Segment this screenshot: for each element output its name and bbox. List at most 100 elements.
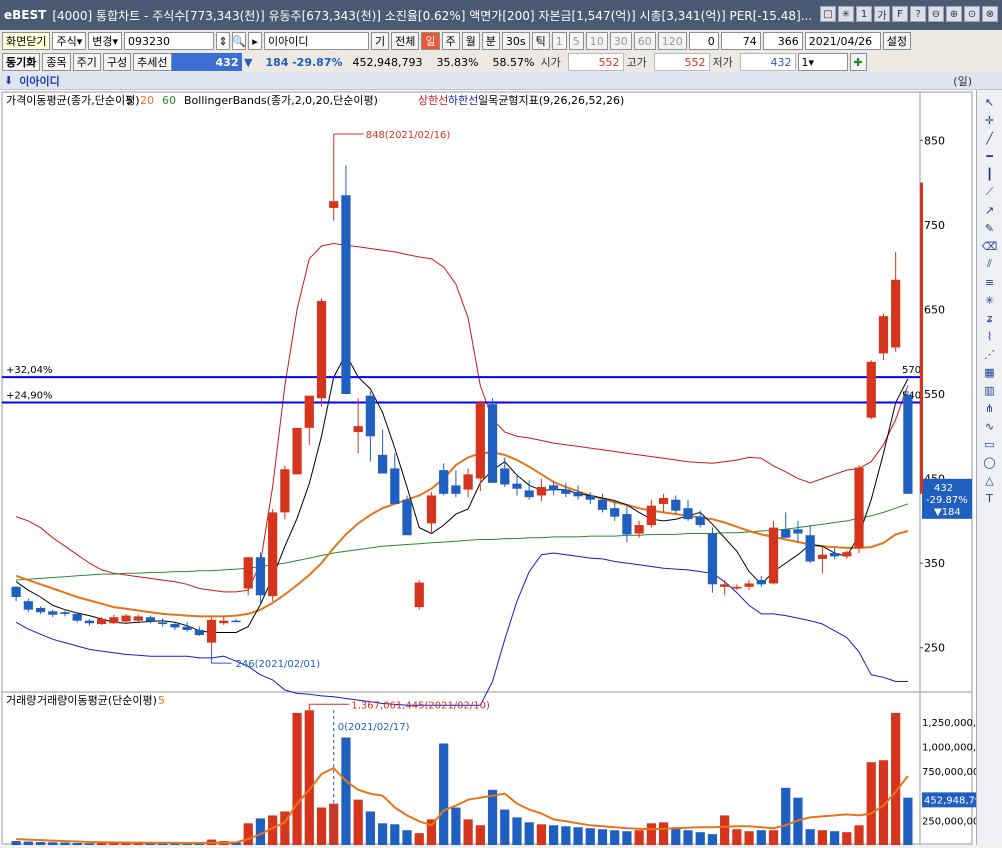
arrow-tool-icon[interactable]: ↗ <box>981 202 999 218</box>
window-button[interactable]: 1 <box>856 6 872 22</box>
config-button[interactable]: 구성 <box>102 53 132 71</box>
period-30s-button[interactable]: 30s <box>501 32 530 50</box>
hline-tool-icon[interactable]: ━ <box>981 148 999 164</box>
period-week-button[interactable]: 주 <box>441 32 460 50</box>
date-input[interactable]: 2021/04/26 <box>804 32 881 50</box>
play-icon[interactable]: ▸ <box>248 32 263 50</box>
window-button[interactable]: ✳ <box>838 6 854 22</box>
candle-body <box>610 508 620 517</box>
price-tick-label: 750 <box>924 219 945 232</box>
candle-body <box>744 583 754 587</box>
candle-body <box>35 607 46 613</box>
line-tool-icon[interactable]: ╱ <box>981 130 999 146</box>
period-minute-button[interactable]: 분 <box>481 32 500 50</box>
volume-bar <box>829 831 840 845</box>
trend-tool-icon[interactable]: ⟋ <box>981 184 999 200</box>
period-day-button[interactable]: 일 <box>421 32 440 50</box>
interval-value-input[interactable]: 0 <box>688 32 719 50</box>
current-price-tag-pct: -29.87% <box>926 495 968 506</box>
title-bar: eBEST [4000] 통합차트 - 주식수[773,343(천)] 유동주[… <box>0 0 1002 30</box>
close-button[interactable]: ⊗ <box>982 6 998 22</box>
volume-bar <box>781 787 791 845</box>
total-count-field[interactable]: 366 <box>762 32 803 50</box>
wave-tool-icon[interactable]: ∿ <box>981 418 999 434</box>
volume-bar <box>610 830 620 845</box>
window-button[interactable]: □ <box>820 6 836 22</box>
trendline-button[interactable]: 추세선 <box>133 53 172 71</box>
volume-bar <box>439 743 449 845</box>
interval-button[interactable]: 10 <box>585 32 608 50</box>
text-tool-icon[interactable]: T <box>981 490 999 506</box>
ratio2-value: 58.57% <box>492 55 535 69</box>
count-select[interactable]: 1 ▾ <box>797 53 848 71</box>
candle-body <box>439 470 449 494</box>
settings-button[interactable]: 설정 <box>882 32 912 50</box>
candle-body <box>646 505 656 526</box>
candle-body <box>341 195 351 394</box>
volume-bar <box>866 762 876 845</box>
cursor-tool-icon[interactable]: ↖ <box>981 94 999 110</box>
cycle-button[interactable]: 주기 <box>72 53 101 71</box>
volume-bar <box>756 830 766 845</box>
period-month-button[interactable]: 월 <box>461 32 480 50</box>
volume-bar <box>683 830 693 845</box>
interval-button[interactable]: 1 <box>551 32 567 50</box>
change-select[interactable]: 변경 ▾ <box>88 32 123 50</box>
volume-bar <box>634 830 644 845</box>
spin-icon[interactable]: ⇕ <box>216 32 231 50</box>
count-input[interactable]: 74 <box>720 32 761 50</box>
pen-tool-icon[interactable]: ✎ <box>981 220 999 236</box>
count-value: 74 <box>742 34 757 48</box>
volume-bar <box>341 737 351 845</box>
close-screen-button[interactable]: 화면닫기 <box>2 32 51 50</box>
add-icon[interactable]: ✚ <box>849 53 867 71</box>
restore-button[interactable]: ⊙ <box>964 6 980 22</box>
current-volume-tag-value: 452,948,79 <box>924 795 976 806</box>
chart-svg[interactable]: 가격이동평균(종가,단순이평)5 20 60 BollingerBands(종가,2,… <box>0 90 981 845</box>
channel-tool-icon[interactable]: ⫽ <box>981 256 999 272</box>
current-price-tag-price: 432 <box>934 483 953 494</box>
triangle-tool-icon[interactable]: △ <box>981 472 999 488</box>
gann-tool-icon[interactable]: ✳ <box>981 292 999 308</box>
window-button[interactable]: 가 <box>874 6 890 22</box>
pitchfork-tool-icon[interactable]: ⋔ <box>981 400 999 416</box>
bars-tool-icon[interactable]: ▥ <box>981 382 999 398</box>
interval-button[interactable]: 5 <box>568 32 584 50</box>
minimize-button[interactable]: ⊖ <box>928 6 944 22</box>
chart-area[interactable]: 가격이동평균(종가,단순이평) 5 20 60 BollingerBands(종가,2,… <box>0 90 981 845</box>
price-tick-label: 350 <box>924 557 945 570</box>
volume-bar <box>463 819 473 845</box>
all-button[interactable]: 전체 <box>391 32 420 50</box>
fan-tool-icon[interactable]: ⋰ <box>981 346 999 362</box>
eraser-tool-icon[interactable]: ⌫ <box>981 238 999 254</box>
interval-button[interactable]: 120 <box>657 32 687 50</box>
gi-button[interactable]: 기 <box>371 32 390 50</box>
vline-tool-icon[interactable]: ┃ <box>981 166 999 182</box>
legend-volume-0: 거래량 <box>6 694 36 707</box>
volume-bar <box>414 833 424 845</box>
maximize-button[interactable]: ⊕ <box>946 6 962 22</box>
grid-tool-icon[interactable]: ▦ <box>981 364 999 380</box>
candle-body <box>658 498 669 504</box>
interval-button[interactable]: 60 <box>633 32 656 50</box>
volume-tick-label: 1,000,000, <box>922 742 976 753</box>
zigzag-tool-icon[interactable]: ʑ <box>981 310 999 326</box>
circle-tool-icon[interactable]: ◯ <box>981 454 999 470</box>
stock-code-input[interactable]: 093230 <box>124 32 215 50</box>
cycle-tool-icon[interactable]: ⌇ <box>981 328 999 344</box>
interval-button[interactable]: 30 <box>609 32 632 50</box>
candle-body <box>805 535 815 562</box>
help-button[interactable]: ? <box>910 6 926 22</box>
stock-button[interactable]: 종목 <box>42 53 71 71</box>
sync-button[interactable]: 동기화 <box>2 53 41 71</box>
search-icon[interactable]: 🔍 <box>232 32 247 50</box>
market-select[interactable]: 주식 ▾ <box>52 32 87 50</box>
stock-name-field[interactable]: 이아이디 <box>264 32 370 50</box>
fibonacci-tool-icon[interactable]: ≡ <box>981 274 999 290</box>
volume-bar <box>549 825 559 845</box>
period-tick-button[interactable]: 틱 <box>531 32 550 50</box>
candle-body <box>866 361 876 418</box>
crosshair-tool-icon[interactable]: ✛ <box>981 112 999 128</box>
window-button[interactable]: F <box>892 6 908 22</box>
rectangle-tool-icon[interactable]: ▭ <box>981 436 999 452</box>
